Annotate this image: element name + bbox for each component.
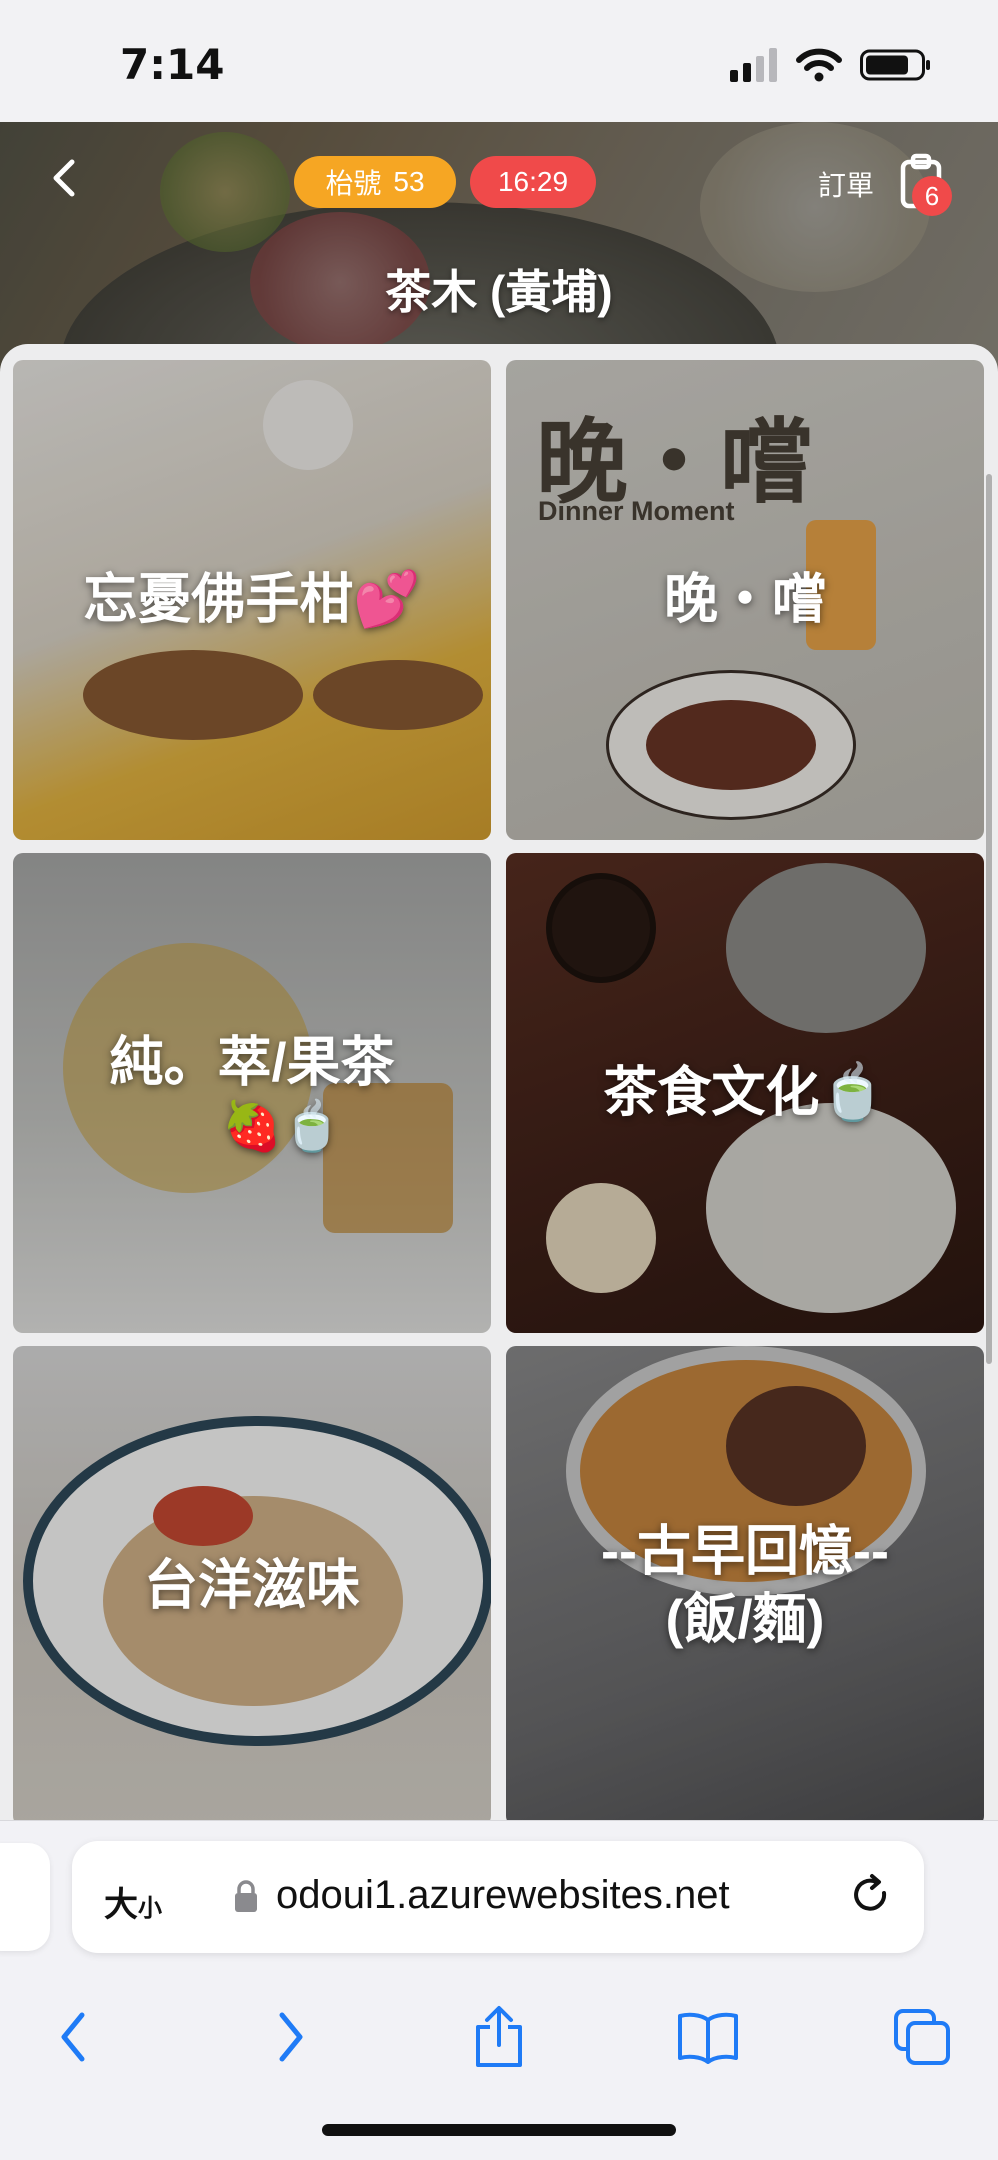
wifi-icon — [796, 48, 842, 82]
previous-tab-preview[interactable] — [0, 1843, 50, 1951]
home-indicator[interactable] — [322, 2124, 676, 2136]
browser-toolbar — [0, 1981, 998, 2101]
order-count-badge: 6 — [912, 176, 952, 216]
chevron-right-icon — [279, 2012, 303, 2062]
address-bar[interactable]: 大小 odoui1.azurewebsites.net — [72, 1841, 924, 1953]
bookmarks-button[interactable] — [676, 2005, 740, 2069]
category-tile[interactable]: 純。萃/果茶 🍓🍵 — [13, 853, 491, 1333]
url-text[interactable]: odoui1.azurewebsites.net — [276, 1873, 730, 1918]
category-tile[interactable]: 晚・嚐 Dinner Moment 晚・嚐 — [506, 360, 984, 840]
category-title: 晚・嚐 — [664, 569, 826, 630]
time-badge: 16:29 — [470, 156, 596, 208]
table-number-badge: 枱號 53 — [294, 156, 456, 208]
category-title-line: --古早回憶-- — [601, 1521, 889, 1582]
lock-icon — [235, 1880, 257, 1912]
status-time: 7:14 — [120, 40, 225, 89]
category-title: 茶食文化🍵 — [603, 1062, 887, 1123]
category-tile[interactable]: 忘憂佛手柑💕 — [13, 360, 491, 840]
reload-icon — [854, 1874, 887, 1911]
status-bar: 7:14 — [0, 0, 998, 122]
category-title: 台洋滋味 — [144, 1555, 360, 1616]
battery-icon — [860, 49, 930, 81]
table-label: 枱號 — [325, 168, 382, 199]
store-title: 茶木 (黃埔) — [385, 266, 613, 318]
book-icon — [678, 2012, 738, 2064]
status-icons — [730, 48, 932, 82]
back-nav-button[interactable] — [42, 2005, 106, 2069]
tabs-icon — [894, 2009, 950, 2065]
category-title-line: (飯/麵) — [665, 1589, 825, 1649]
category-title: --古早回憶-- (飯/麵) — [506, 1519, 984, 1654]
table-number: 53 — [393, 166, 425, 197]
forward-nav-button[interactable] — [258, 2005, 322, 2069]
category-title: 純。萃/果茶 🍓🍵 — [13, 1029, 491, 1157]
category-title: 忘憂佛手柑💕 — [83, 569, 421, 630]
category-tile[interactable]: 茶食文化🍵 — [506, 853, 984, 1333]
scrollbar[interactable] — [986, 474, 992, 1364]
category-tile[interactable]: 台洋滋味 — [13, 1346, 491, 1820]
chevron-left-icon — [61, 2012, 85, 2062]
category-grid: 忘憂佛手柑💕 晚・嚐 Dinner Moment 晚・嚐 純。萃/果茶 🍓🍵 茶… — [0, 344, 998, 1820]
text-size-big: 大 — [104, 1886, 138, 1924]
signal-icon — [730, 48, 777, 82]
text-size-small: 小 — [138, 1895, 162, 1922]
share-icon — [476, 2006, 522, 2067]
order-button-label[interactable]: 訂單 — [818, 164, 874, 204]
back-icon — [53, 159, 75, 197]
back-button[interactable] — [40, 150, 90, 206]
category-tile[interactable]: --古早回憶-- (飯/麵) — [506, 1346, 984, 1820]
tabs-button[interactable] — [890, 2005, 954, 2069]
share-button[interactable] — [467, 2005, 531, 2069]
category-title-line: 純。萃/果茶 — [109, 1032, 395, 1093]
category-title-emoji: 🍓🍵 — [222, 1099, 342, 1153]
text-size-button[interactable]: 大小 — [104, 1877, 162, 1926]
browser-chrome: 大小 odoui1.azurewebsites.net — [0, 1820, 998, 2160]
reload-button[interactable] — [848, 1873, 894, 1919]
